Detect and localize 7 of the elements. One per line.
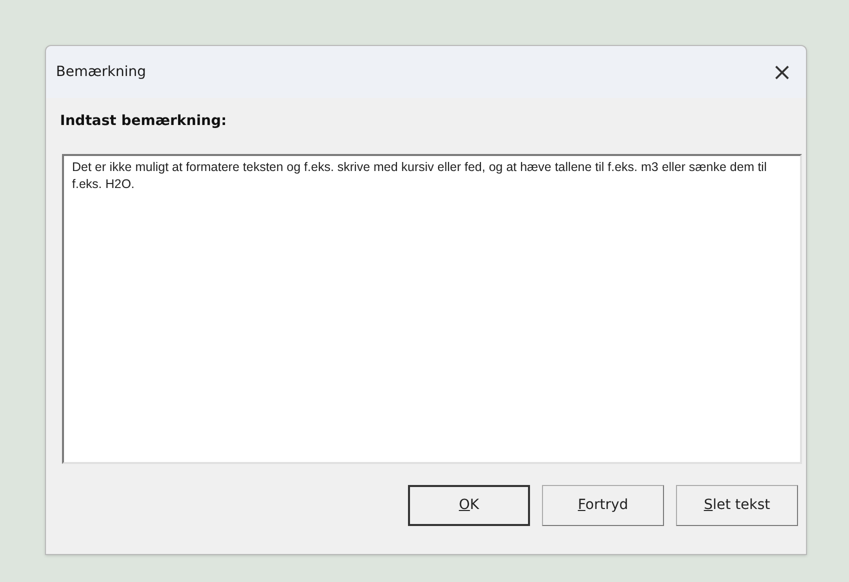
dialog-button[interactable]: Slet tekst xyxy=(676,485,798,526)
window-title: Bemærkning xyxy=(56,62,146,82)
dialog-button[interactable]: OK xyxy=(408,485,530,526)
prompt-label: Indtast bemærkning: xyxy=(60,113,227,129)
dialog-button[interactable]: Fortryd xyxy=(542,485,664,526)
close-button[interactable]: × xyxy=(764,57,800,87)
remark-field[interactable]: Det er ikke muligt at formatere teksten og f.eks. skrive med kursiv eller fed, og at hæve tallene til f.eks. m3 eller sænke dem til f.eks. H2O. xyxy=(62,154,802,464)
